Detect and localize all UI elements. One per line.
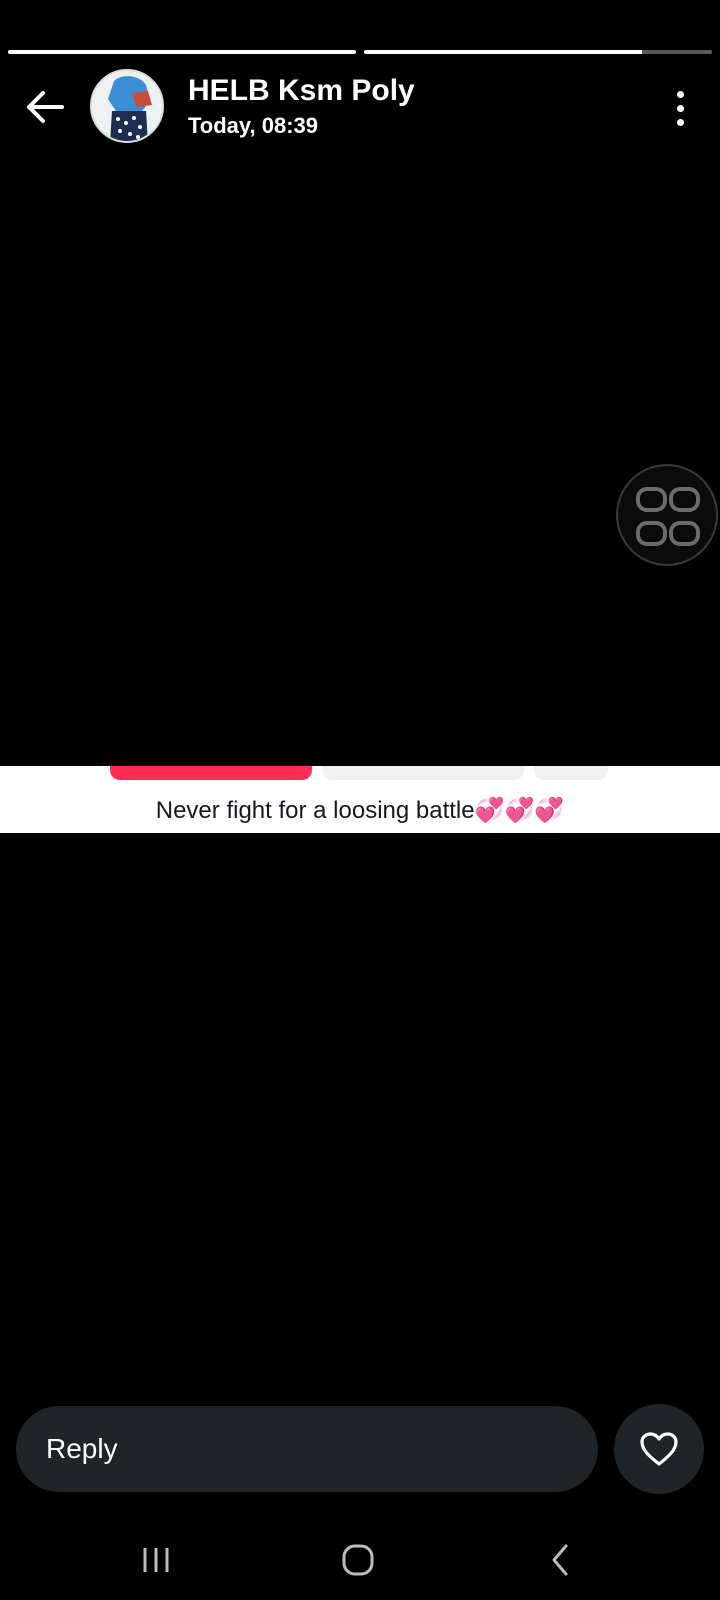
home-icon: [342, 1544, 374, 1576]
media-tab: [534, 766, 608, 780]
system-back-button[interactable]: [530, 1530, 590, 1590]
media-tab-active: [110, 766, 312, 780]
floating-grid-button[interactable]: [616, 464, 718, 566]
more-options-button[interactable]: [670, 86, 690, 130]
home-button[interactable]: [328, 1530, 388, 1590]
recent-apps-button[interactable]: [126, 1530, 186, 1590]
account-name[interactable]: HELB Ksm Poly: [188, 74, 415, 108]
system-navigation-bar: [0, 1520, 720, 1600]
story-progress-1-fill: [8, 50, 356, 54]
recent-apps-icon: [143, 1548, 169, 1572]
story-media[interactable]: Never fight for a loosing battle💞💞💞: [0, 766, 720, 833]
more-vertical-icon: [676, 90, 684, 98]
avatar-image: [92, 71, 162, 141]
story-progress-2: [364, 50, 712, 54]
reply-input[interactable]: Reply: [16, 1406, 598, 1492]
back-button[interactable]: [22, 84, 68, 130]
reply-placeholder: Reply: [46, 1433, 118, 1464]
back-chevron-icon: [552, 1544, 568, 1576]
post-timestamp: Today, 08:39: [188, 113, 319, 138]
story-progress-2-fill: [364, 50, 643, 54]
like-button[interactable]: [614, 1404, 704, 1494]
avatar[interactable]: [90, 69, 164, 143]
heart-outline-icon: [640, 1432, 678, 1466]
more-vertical-icon-dot: [676, 118, 684, 126]
media-tab: [322, 766, 524, 780]
story-caption: Never fight for a loosing battle💞💞💞: [155, 797, 565, 824]
arrow-left-icon: [27, 91, 64, 123]
grid-icon: [636, 487, 700, 546]
story-progress-1: [8, 50, 356, 54]
more-vertical-icon-dot: [676, 104, 684, 112]
